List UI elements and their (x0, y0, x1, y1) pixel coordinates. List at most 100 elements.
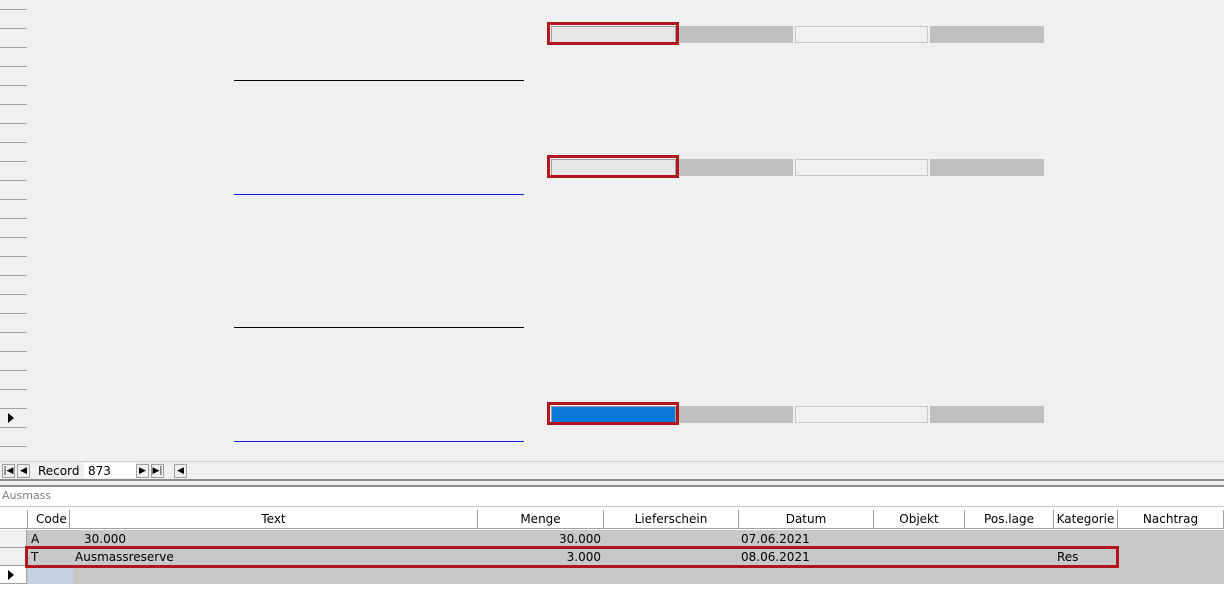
position-row[interactable] (27, 347, 1224, 366)
cell-nachtrag[interactable] (1121, 548, 1221, 566)
position-row[interactable] (27, 252, 1224, 271)
position-row[interactable] (27, 423, 1224, 442)
last-record-button[interactable]: ▶| (151, 464, 164, 478)
remark-field[interactable] (795, 26, 928, 43)
unit-label (526, 100, 556, 119)
new-record-row[interactable] (0, 566, 1224, 584)
position-row[interactable] (27, 233, 1224, 252)
position-code (117, 195, 157, 214)
record-selector[interactable] (0, 29, 27, 48)
new-record-code-cell[interactable] (28, 566, 73, 584)
ausmass-subform: Code Text Menge Lieferschein Datum Objekt Pos.… (0, 507, 1224, 589)
highlight-box (25, 546, 1119, 568)
record-selector[interactable] (0, 219, 27, 238)
column-header[interactable]: Datum (739, 510, 874, 529)
record-selector[interactable] (0, 530, 27, 548)
record-label: Record (38, 464, 80, 478)
position-row[interactable] (27, 176, 1224, 195)
position-row[interactable] (27, 442, 1224, 461)
position-row[interactable] (27, 309, 1224, 328)
horizontal-scrollbar[interactable] (190, 464, 1224, 478)
record-selector[interactable] (0, 105, 27, 124)
row-kind (1048, 328, 1068, 347)
column-header[interactable]: Text (70, 510, 478, 529)
column-header[interactable]: Kategorie (1054, 510, 1118, 529)
record-selector[interactable] (0, 86, 27, 105)
remark-field[interactable] (795, 406, 928, 423)
position-row[interactable] (27, 195, 1224, 214)
row-kind (1048, 385, 1068, 404)
total-field[interactable] (930, 159, 1044, 176)
cell-nachtrag[interactable] (1121, 530, 1221, 548)
previous-record-button[interactable]: ◀ (17, 464, 30, 478)
position-code (117, 119, 157, 138)
record-selector[interactable] (0, 276, 27, 295)
unit-label (526, 195, 556, 214)
position-row[interactable] (27, 100, 1224, 119)
unit-label (526, 233, 556, 252)
row-kind (1048, 404, 1068, 423)
chapter-code (29, 423, 149, 442)
position-row[interactable] (27, 62, 1224, 81)
next-record-button[interactable]: ▶ (136, 464, 149, 478)
price-field[interactable] (678, 159, 793, 176)
position-text (234, 233, 524, 252)
record-selector[interactable] (0, 143, 27, 162)
position-row[interactable] (27, 214, 1224, 233)
record-selector[interactable] (0, 10, 27, 29)
record-selector[interactable] (0, 548, 27, 566)
price-field[interactable] (678, 26, 793, 43)
record-selector[interactable] (0, 333, 27, 352)
position-row[interactable] (27, 119, 1224, 138)
record-selector[interactable] (0, 566, 27, 584)
record-selector[interactable] (0, 314, 27, 333)
column-header[interactable]: Nachtrag (1118, 510, 1224, 529)
row-kind (1048, 100, 1068, 119)
position-row[interactable] (27, 328, 1224, 347)
position-row[interactable] (27, 81, 1224, 100)
record-selector[interactable] (0, 409, 27, 428)
column-header[interactable]: Lieferschein (604, 510, 739, 529)
position-code (117, 100, 157, 119)
record-selector[interactable] (0, 200, 27, 219)
record-selector[interactable] (0, 181, 27, 200)
record-selector[interactable] (0, 257, 27, 276)
position-row[interactable] (27, 290, 1224, 309)
position-text (234, 271, 524, 290)
position-text (234, 138, 524, 157)
column-header[interactable]: Objekt (874, 510, 965, 529)
row-kind (1048, 271, 1068, 290)
position-text (234, 43, 524, 62)
total-field[interactable] (930, 26, 1044, 43)
column-header[interactable]: Pos.lage (965, 510, 1054, 529)
column-header[interactable]: Menge (478, 510, 604, 529)
unit-label (526, 252, 556, 271)
form-splitter[interactable] (0, 479, 1224, 487)
record-selector[interactable] (0, 390, 27, 409)
position-row[interactable] (27, 366, 1224, 385)
record-selector[interactable] (0, 428, 27, 447)
position-row[interactable] (27, 43, 1224, 62)
row-kind (1048, 62, 1068, 81)
total-field[interactable] (930, 406, 1044, 423)
record-selector[interactable] (0, 67, 27, 86)
remark-field[interactable] (795, 159, 928, 176)
record-number-input[interactable]: 873 (84, 463, 136, 478)
scroll-left-button[interactable]: ◀ (174, 464, 187, 478)
record-selector[interactable] (0, 162, 27, 181)
record-selector[interactable] (0, 371, 27, 390)
record-selector[interactable] (0, 124, 27, 143)
record-selector[interactable] (0, 0, 27, 10)
record-selector[interactable] (0, 238, 27, 257)
record-selector[interactable] (0, 352, 27, 371)
position-text (234, 100, 524, 119)
first-record-button[interactable]: |◀ (2, 464, 15, 478)
position-text (234, 176, 524, 195)
position-row[interactable] (27, 271, 1224, 290)
record-selector[interactable] (0, 447, 27, 461)
record-selector[interactable] (0, 48, 27, 67)
column-header[interactable]: Code (28, 510, 70, 529)
position-code (117, 81, 157, 100)
record-selector[interactable] (0, 295, 27, 314)
price-field[interactable] (678, 406, 793, 423)
